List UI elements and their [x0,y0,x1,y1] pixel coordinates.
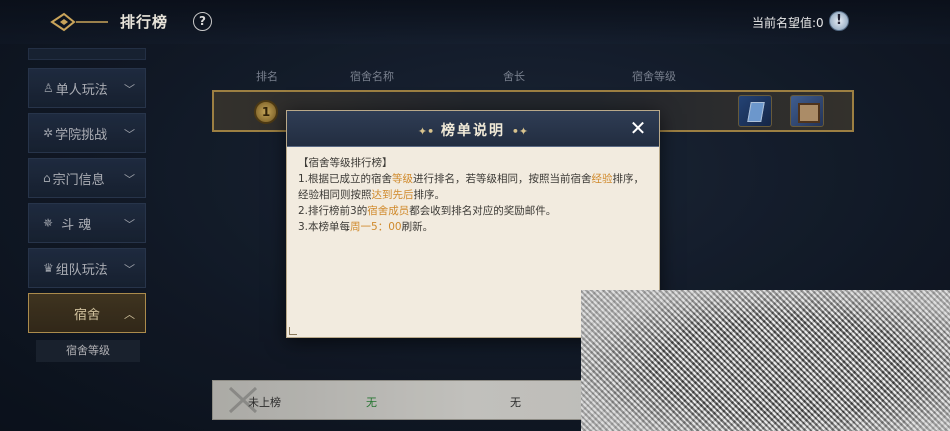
rule-text: 2.排行榜前3的 [298,205,368,217]
rule-highlight: 宿舍成员 [367,205,410,217]
sparkle-icon: •✦ [511,125,529,138]
dialog-title: 榜单说明 [441,123,505,139]
help-icon[interactable]: ? [193,12,212,31]
dialog-header: ✦• 榜单说明 •✦ ✕ [287,111,659,147]
rule-text: 3.本榜单每 [298,221,351,233]
rule-1: 1.根据已成立的宿舍等级进行排名，若等级相同，按照当前宿舍经验排序，经验相同则按… [298,171,650,203]
page-title: 排行榜 [120,13,169,31]
rule-text: 都会收到排名对应的奖励邮件。 [409,205,557,217]
rule-text: 进行排名，若等级相同，按照当前宿舍 [413,173,592,185]
dialog-corner [289,327,297,335]
rule-text: 排序。 [413,189,446,201]
rule-3: 3.本榜单每周一5：00刷新。 [298,219,650,235]
sparkle-icon: ✦• [417,125,435,138]
rule-text: 刷新。 [401,221,434,233]
rules-heading: 【宿舍等级排行榜】 [298,157,393,169]
noise-overlay-fade [581,290,950,431]
rule-text: 1.根据已成立的宿舍 [298,173,393,185]
prestige-value: 当前名望值:0 [752,16,824,30]
rule-highlight: 经验 [591,173,613,185]
rule-highlight: 等级 [392,173,414,185]
rule-2: 2.排行榜前3的宿舍成员都会收到排名对应的奖励邮件。 [298,203,650,219]
prestige-info-icon[interactable]: ! [829,11,849,31]
rule-highlight: 周一5：00 [350,221,402,233]
dialog-body: 【宿舍等级排行榜】 1.根据已成立的宿舍等级进行排名，若等级相同，按照当前宿舍经… [298,155,650,235]
dialog-title-row: ✦• 榜单说明 •✦ [287,120,659,140]
rule-highlight: 达到先后 [371,189,414,201]
close-icon[interactable]: ✕ [627,117,649,139]
back-arrow-icon[interactable] [50,10,110,34]
